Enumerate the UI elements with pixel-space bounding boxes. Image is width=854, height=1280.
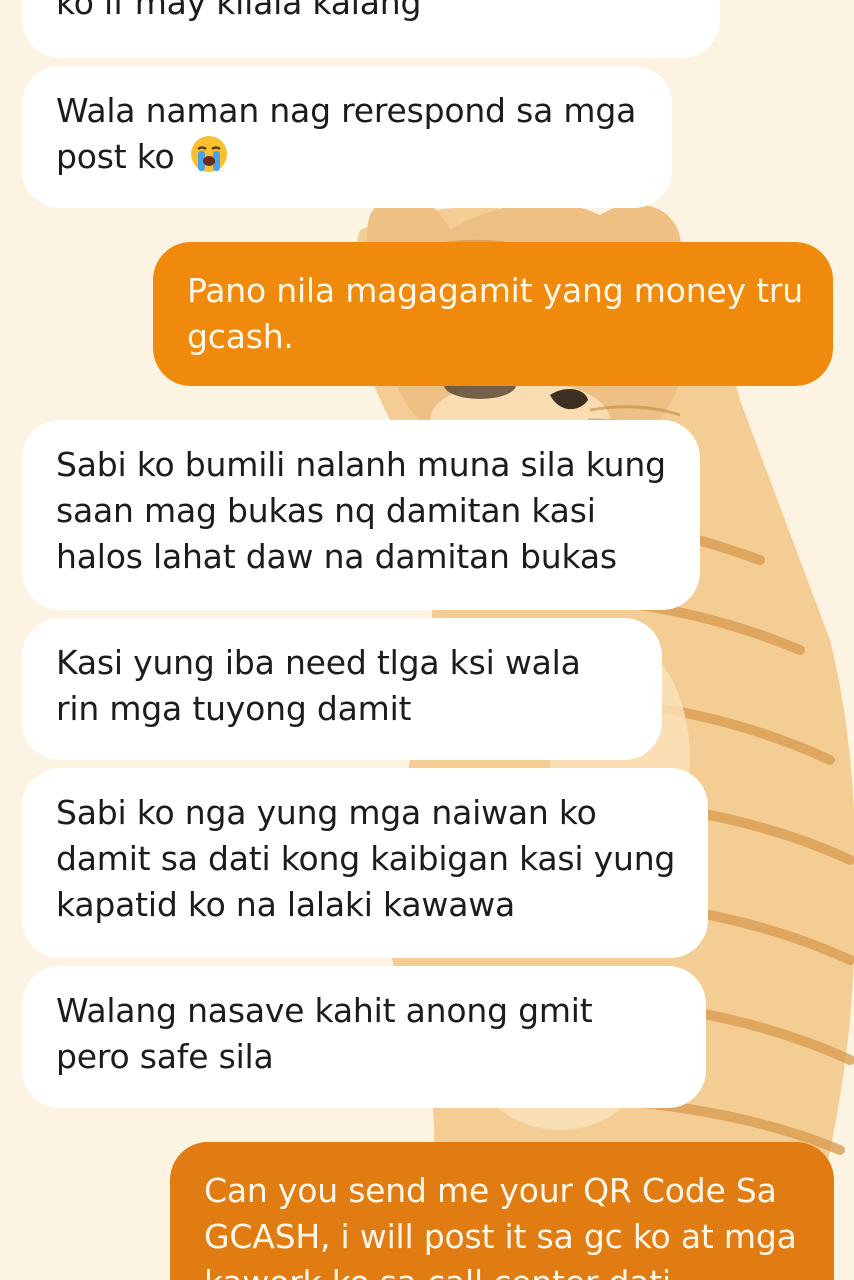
message-incoming[interactable]: Sabi ko nga yung mga naiwan ko damit sa … [22, 768, 708, 958]
message-incoming[interactable]: Walang nasave kahit anong gmit pero safe… [22, 966, 706, 1108]
message-text: Wala naman nag rerespond sa mga post ko [56, 91, 637, 176]
message-incoming[interactable]: Wala naman nag rerespond sa mga post ko [22, 66, 672, 208]
message-incoming[interactable]: Sabi ko bumili nalanh muna sila kung saa… [22, 420, 700, 610]
message-incoming[interactable]: Kasi yung iba need tlga ksi wala rin mga… [22, 618, 662, 760]
message-text: ko if may kilala kalang [56, 0, 422, 22]
message-text: Can you send me your QR Code Sa GCASH, i… [204, 1171, 797, 1280]
chat-conversation: ko if may kilala kalang Wala naman nag r… [0, 0, 854, 1280]
message-outgoing[interactable]: Can you send me your QR Code Sa GCASH, i… [170, 1142, 834, 1280]
loudly-crying-face-icon [189, 134, 229, 186]
message-text: Pano nila magagamit yang money tru gcash… [187, 271, 803, 356]
message-incoming[interactable]: ko if may kilala kalang [22, 0, 720, 58]
message-text: Kasi yung iba need tlga ksi wala rin mga… [56, 643, 581, 728]
message-text: Sabi ko bumili nalanh muna sila kung saa… [56, 445, 666, 576]
message-text: Walang nasave kahit anong gmit pero safe… [56, 991, 593, 1076]
message-text: Sabi ko nga yung mga naiwan ko damit sa … [56, 793, 676, 924]
message-outgoing[interactable]: Pano nila magagamit yang money tru gcash… [153, 242, 833, 386]
